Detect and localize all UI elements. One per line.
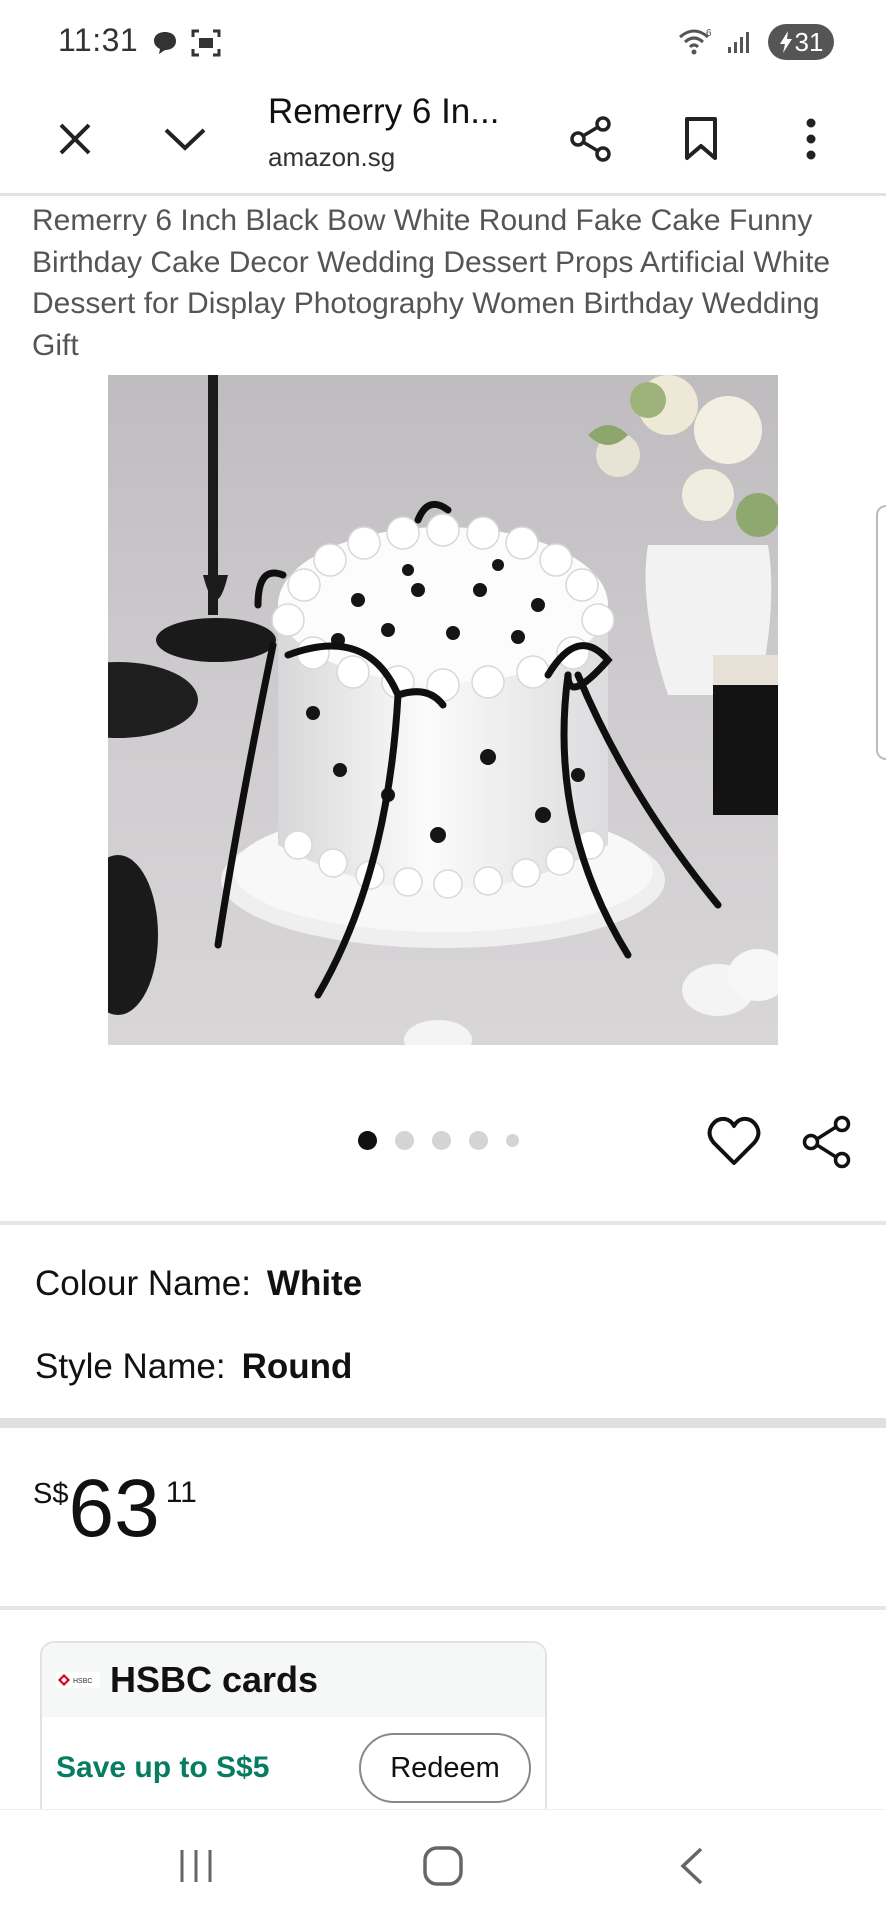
more-options-button[interactable] — [776, 104, 846, 174]
product-image[interactable] — [108, 375, 778, 1045]
hsbc-logo-icon: HSBC — [56, 1672, 100, 1688]
screenshot-icon — [191, 29, 221, 57]
bookmark-icon — [685, 117, 717, 160]
carousel-dot[interactable] — [395, 1131, 414, 1150]
status-time: 11:31 — [58, 22, 139, 58]
price-fraction: 11 — [165, 1476, 197, 1509]
back-icon — [680, 1847, 703, 1885]
divider — [0, 1221, 886, 1225]
price: S$ 63 11 — [33, 1468, 197, 1550]
price-whole: 63 — [68, 1463, 160, 1554]
wishlist-button[interactable] — [706, 1115, 762, 1169]
price-currency: S$ — [33, 1478, 69, 1510]
back-button[interactable] — [662, 1840, 722, 1892]
recent-apps-icon — [180, 1850, 212, 1882]
more-vertical-icon — [806, 118, 816, 160]
system-nav-bar — [0, 1809, 886, 1920]
recent-apps-button[interactable] — [166, 1840, 226, 1892]
variant-value: Round — [241, 1347, 353, 1386]
chevron-down-icon — [164, 128, 206, 151]
divider — [0, 1418, 886, 1428]
home-icon — [423, 1846, 463, 1886]
battery-charging-icon — [779, 31, 792, 53]
share-page-button[interactable] — [556, 104, 626, 174]
status-left-icons — [150, 28, 222, 58]
offer-save-text: Save up to S$5 — [56, 1751, 270, 1784]
chat-bubble-icon — [154, 32, 176, 54]
product-title: Remerry 6 Inch Black Bow White Round Fak… — [32, 204, 831, 362]
variant-value: White — [266, 1264, 363, 1303]
product-photo — [108, 375, 778, 1045]
browser-title: Remerry 6 In... — [268, 92, 500, 131]
carousel-dot[interactable] — [506, 1134, 519, 1147]
status-right: 6 31 — [678, 24, 834, 60]
share-product-button[interactable] — [800, 1115, 854, 1169]
share-icon — [570, 116, 611, 162]
side-panel-handle[interactable] — [876, 505, 886, 760]
signal-icon — [728, 32, 749, 53]
home-button[interactable] — [413, 1840, 473, 1892]
carousel-dot[interactable] — [358, 1131, 377, 1150]
heart-icon — [707, 1116, 761, 1165]
battery-indicator: 31 — [768, 24, 834, 60]
variant-label: Style Name: — [35, 1347, 226, 1386]
offer-header: HSBC HSBC cards — [42, 1643, 545, 1717]
offer-logo-text: HSBC — [73, 1678, 92, 1685]
style-name-row[interactable]: Style Name: Round — [35, 1347, 352, 1387]
carousel-dot[interactable] — [469, 1131, 488, 1150]
carousel-dots[interactable] — [358, 1131, 519, 1150]
wifi-icon: 6 — [679, 28, 712, 55]
svg-text:6: 6 — [706, 28, 712, 39]
close-button[interactable] — [40, 104, 110, 174]
variant-label: Colour Name: — [35, 1264, 251, 1303]
offer-body: Save up to S$5 Redeem — [42, 1717, 545, 1819]
battery-level: 31 — [794, 26, 824, 57]
close-icon — [59, 123, 91, 155]
status-bar: 11:31 6 31 — [0, 0, 886, 86]
hsbc-offer-card[interactable]: HSBC HSBC cards Save up to S$5 Redeem — [40, 1641, 547, 1821]
carousel-dot[interactable] — [432, 1131, 451, 1150]
share-icon — [802, 1115, 851, 1169]
colour-name-row[interactable]: Colour Name: White — [35, 1264, 362, 1304]
offer-title: HSBC cards — [110, 1659, 319, 1700]
redeem-button[interactable]: Redeem — [359, 1733, 531, 1803]
divider — [0, 1606, 886, 1610]
browser-url: amazon.sg — [268, 142, 396, 172]
browser-header: Remerry 6 In... amazon.sg — [0, 86, 886, 196]
bookmark-button[interactable] — [666, 104, 736, 174]
collapse-button[interactable] — [150, 104, 220, 174]
